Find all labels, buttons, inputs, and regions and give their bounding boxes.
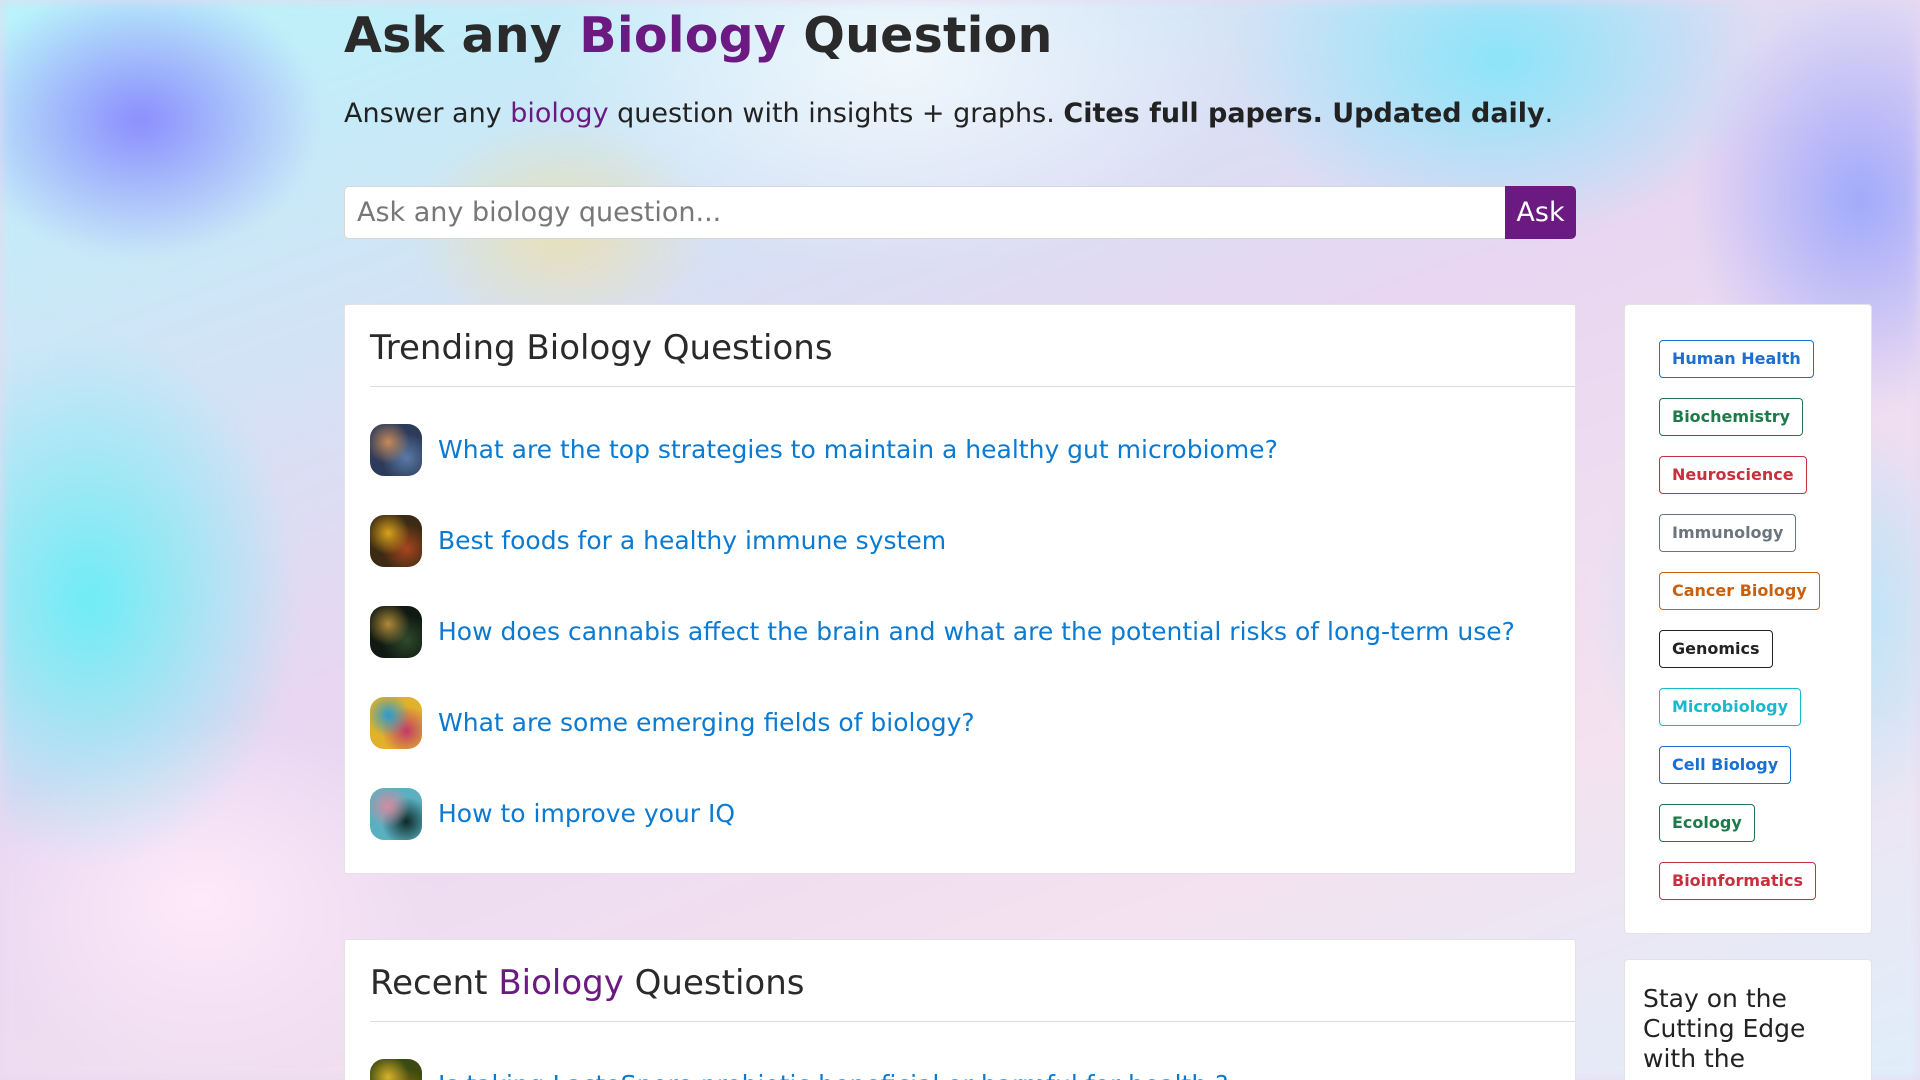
recent-title-post: Questions [623, 963, 805, 1003]
tag-row: Biochemistry [1659, 398, 1871, 456]
probiotic-thumbnail[interactable] [370, 1058, 422, 1080]
cannabis-brain-thumbnail[interactable] [370, 605, 422, 658]
topic-tag[interactable]: Ecology [1659, 804, 1755, 842]
question-item: Best foods for a healthy immune system [370, 495, 1575, 586]
topic-tag[interactable]: Neuroscience [1659, 456, 1807, 494]
gut-thumbnail[interactable] [370, 423, 422, 476]
iq-brain-thumbnail[interactable] [370, 787, 422, 840]
question-item: What are the top strategies to maintain … [370, 404, 1575, 495]
newsletter-text: Stay on the Cutting Edge with the [1643, 984, 1806, 1073]
trending-questions-card: Trending Biology Questions What are the … [344, 304, 1576, 874]
recent-questions-card: Recent Biology Questions Is taking Lacto… [344, 939, 1576, 1080]
tag-row: Bioinformatics [1659, 862, 1871, 920]
page-title: Ask any Biology Question [344, 6, 1576, 66]
question-link[interactable]: Best foods for a healthy immune system [438, 526, 946, 556]
recent-list: Is taking LactoSpore probiotic beneficia… [345, 1022, 1575, 1080]
search-input[interactable] [344, 186, 1505, 239]
title-pre: Ask any [344, 7, 580, 64]
tag-row: Genomics [1659, 630, 1871, 688]
fields-thumbnail[interactable] [370, 696, 422, 749]
topic-tag[interactable]: Cell Biology [1659, 746, 1792, 784]
question-link[interactable]: Is taking LactoSpore probiotic beneficia… [438, 1070, 1228, 1080]
tag-row: Human Health [1659, 340, 1871, 398]
subtitle-accent: biology [510, 98, 609, 129]
question-item: How does cannabis affect the brain and w… [370, 586, 1575, 677]
title-post: Question [785, 7, 1053, 64]
tag-row: Cell Biology [1659, 746, 1871, 804]
hero-header: Ask any Biology Question Answer any biol… [344, 6, 1576, 132]
tag-row: Cancer Biology [1659, 572, 1871, 630]
question-item: How to improve your IQ [370, 768, 1575, 859]
recent-title: Recent Biology Questions [370, 940, 1575, 1022]
topic-tags-sidebar: Human Health Biochemistry Neuroscience Immu… [1624, 304, 1872, 934]
topic-tag[interactable]: Immunology [1659, 514, 1797, 552]
trending-list: What are the top strategies to maintain … [345, 387, 1575, 859]
search-form: Ask [344, 186, 1576, 239]
tag-row: Ecology [1659, 804, 1871, 862]
topic-tag[interactable]: Human Health [1659, 340, 1814, 378]
question-item: What are some emerging fields of biology… [370, 677, 1575, 768]
subtitle-bold: Cites full papers. Updated daily [1063, 98, 1545, 129]
question-link[interactable]: What are some emerging fields of biology… [438, 708, 975, 738]
newsletter-card: Stay on the Cutting Edge with the [1624, 959, 1872, 1080]
tag-row: Neuroscience [1659, 456, 1871, 514]
subtitle-end: . [1544, 98, 1554, 129]
subtitle-mid: question with insights + graphs. [608, 98, 1064, 129]
ask-button[interactable]: Ask [1505, 186, 1576, 239]
topic-tag[interactable]: Cancer Biology [1659, 572, 1820, 610]
subtitle-pre: Answer any [344, 98, 511, 129]
title-accent: Biology [579, 7, 786, 64]
topic-tag[interactable]: Genomics [1659, 630, 1773, 668]
topic-tag[interactable]: Biochemistry [1659, 398, 1804, 436]
question-link[interactable]: What are the top strategies to maintain … [438, 435, 1278, 465]
trending-title: Trending Biology Questions [370, 305, 1575, 387]
page-subtitle: Answer any biology question with insight… [344, 96, 1576, 132]
recent-title-accent: Biology [498, 963, 624, 1003]
recent-title-pre: Recent [370, 963, 499, 1003]
question-link[interactable]: How to improve your IQ [438, 799, 735, 829]
tag-row: Microbiology [1659, 688, 1871, 746]
tag-row: Immunology [1659, 514, 1871, 572]
food-thumbnail[interactable] [370, 514, 422, 567]
topic-tag[interactable]: Bioinformatics [1659, 862, 1816, 900]
topic-tag[interactable]: Microbiology [1659, 688, 1802, 726]
question-link[interactable]: How does cannabis affect the brain and w… [438, 617, 1515, 647]
question-item: Is taking LactoSpore probiotic beneficia… [370, 1039, 1575, 1080]
